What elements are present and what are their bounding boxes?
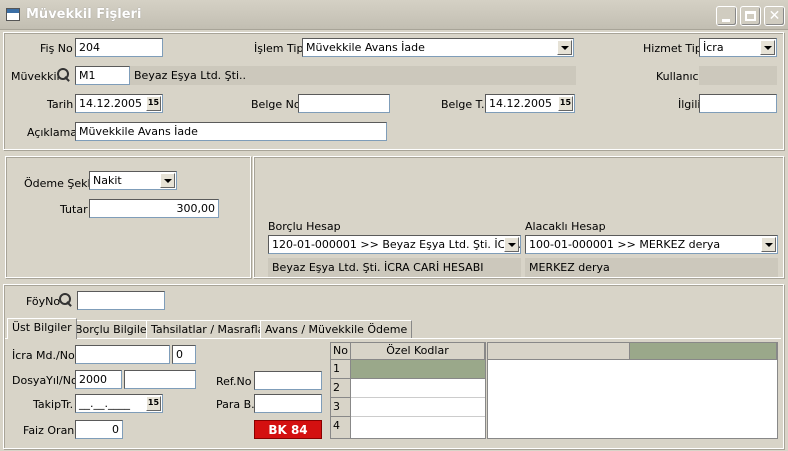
aciklama-label: Açıklama [27, 126, 78, 139]
window-title: Müvekkil Fişleri [26, 7, 142, 22]
dosya-no-field[interactable] [124, 370, 196, 389]
takip-value: __.__.____ [79, 397, 130, 410]
detail-grid-header-selected[interactable] [630, 343, 777, 360]
close-icon: ✕ [768, 8, 781, 24]
borclu-hesap-value: 120-01-000001 >> Beyaz Eşya Ltd. Şti. İC… [272, 238, 521, 251]
tarih-field[interactable]: 14.12.2005 15 [75, 94, 163, 113]
tutar-field[interactable]: 300,00 [89, 199, 219, 218]
takip-field[interactable]: __.__.____ 15 [75, 394, 163, 413]
muvekkil-code-field[interactable]: M1 [75, 66, 130, 85]
aciklama-field[interactable]: Müvekkile Avans İade [75, 122, 387, 141]
dosya-label: DosyaYıl/No [12, 374, 78, 387]
odeme-sekli-select[interactable]: Nakit [89, 171, 177, 190]
borclu-hesap-label: Borçlu Hesap [268, 220, 341, 233]
tab-avans-muvekkile-odeme[interactable]: Avans / Müvekkile Ödeme [260, 320, 413, 338]
belge-t-field[interactable]: 14.12.2005 15 [485, 94, 575, 113]
tab-ust-bilgiler[interactable]: Üst Bilgiler [7, 318, 77, 339]
faiz-label: Faiz Oranı [23, 424, 78, 437]
tab-tahsilatlar-masraflar[interactable]: Tahsilatlar / Masraflar [146, 320, 274, 338]
search-icon[interactable] [59, 293, 73, 307]
bk-badge: BK 84 [254, 420, 322, 439]
islem-tipi-select[interactable]: Müvekkile Avans İade [302, 38, 574, 57]
icra-md-field[interactable] [75, 345, 170, 364]
detail-grid-header[interactable] [488, 343, 630, 360]
calendar-icon[interactable]: 15 [146, 396, 161, 411]
islem-tipi-label: İşlem Tipi [254, 42, 307, 55]
fis-no-label: Fiş No [40, 42, 73, 55]
tarih-label: Tarih [47, 98, 74, 111]
ozel-kodlar-grid[interactable]: No Özel Kodlar 1 2 3 4 [330, 342, 486, 439]
minimize-icon [722, 19, 730, 22]
tutar-label: Tutar [60, 203, 88, 216]
para-b-field[interactable] [254, 394, 322, 413]
kullanici-label: Kullanıcı [656, 70, 702, 83]
chevron-down-icon[interactable] [761, 237, 776, 252]
icra-no-field[interactable]: 0 [172, 345, 196, 364]
tab-divider [5, 338, 781, 339]
grid-row-number: 2 [331, 379, 351, 398]
search-icon[interactable] [57, 68, 71, 82]
belge-no-label: Belge No [251, 98, 301, 111]
belge-t-value: 14.12.2005 [489, 97, 552, 110]
belge-no-field[interactable] [298, 94, 390, 113]
grid-row-number: 1 [331, 360, 351, 379]
alacakli-hesap-select[interactable]: 100-01-000001 >> MERKEZ derya [525, 235, 778, 254]
detail-grid[interactable] [487, 342, 778, 439]
grid-header-no[interactable]: No [331, 343, 351, 360]
para-b-label: Para B. [216, 398, 255, 411]
muvekkil-label: Müvekkil [11, 70, 60, 83]
odeme-sekli-value: Nakit [93, 174, 122, 187]
hizmet-tipi-value: İcra [703, 41, 724, 54]
foy-no-label: FöyNo [26, 295, 61, 308]
alacakli-hesap-desc: MERKEZ derya [525, 258, 778, 277]
minimize-button[interactable] [716, 6, 737, 26]
ref-no-label: Ref.No [216, 375, 252, 388]
table-row[interactable] [351, 379, 485, 398]
grid-row-number: 3 [331, 398, 351, 417]
belge-t-label: Belge T. [441, 98, 485, 111]
table-row[interactable] [351, 360, 485, 379]
alacakli-hesap-label: Alacaklı Hesap [525, 220, 606, 233]
grid-header-ozel-kodlar[interactable]: Özel Kodlar [351, 343, 485, 360]
maximize-button[interactable] [740, 6, 761, 26]
borclu-hesap-select[interactable]: 120-01-000001 >> Beyaz Eşya Ltd. Şti. İC… [268, 235, 521, 254]
kullanici-field [699, 66, 777, 85]
chevron-down-icon[interactable] [160, 173, 175, 188]
ref-no-field[interactable] [254, 371, 322, 390]
fis-no-field[interactable]: 204 [75, 38, 163, 57]
hizmet-tipi-label: Hizmet Tipi [643, 42, 705, 55]
calendar-icon[interactable]: 15 [146, 96, 161, 111]
grid-row-number: 4 [331, 417, 351, 438]
takip-label: TakipTr. [33, 398, 74, 411]
title-bar: Müvekkil Fişleri ✕ [0, 0, 788, 30]
calendar-icon[interactable]: 15 [558, 96, 573, 111]
ilgili-field[interactable] [699, 94, 777, 113]
chevron-down-icon[interactable] [504, 237, 519, 252]
ilgili-label: İlgili [678, 98, 701, 111]
tarih-value: 14.12.2005 [79, 97, 142, 110]
icra-md-label: İcra Md./No [12, 349, 75, 362]
app-icon [6, 8, 20, 21]
chevron-down-icon[interactable] [557, 40, 572, 55]
dosya-yil-field[interactable]: 2000 [75, 370, 122, 389]
alacakli-hesap-value: 100-01-000001 >> MERKEZ derya [529, 238, 721, 251]
hizmet-tipi-select[interactable]: İcra [699, 38, 777, 57]
borclu-hesap-desc: Beyaz Eşya Ltd. Şti. İCRA CARİ HESABI [268, 258, 521, 277]
chevron-down-icon[interactable] [760, 40, 775, 55]
faiz-field[interactable]: 0 [75, 420, 123, 439]
maximize-icon [745, 11, 756, 21]
table-row[interactable] [351, 417, 485, 438]
odeme-sekli-label: Ödeme Şekli [24, 177, 94, 190]
muvekkil-name-field: Beyaz Eşya Ltd. Şti.. [130, 66, 576, 85]
foy-no-field[interactable] [77, 291, 165, 310]
close-button[interactable]: ✕ [764, 6, 785, 26]
islem-tipi-value: Müvekkile Avans İade [306, 41, 425, 54]
table-row[interactable] [351, 398, 485, 417]
